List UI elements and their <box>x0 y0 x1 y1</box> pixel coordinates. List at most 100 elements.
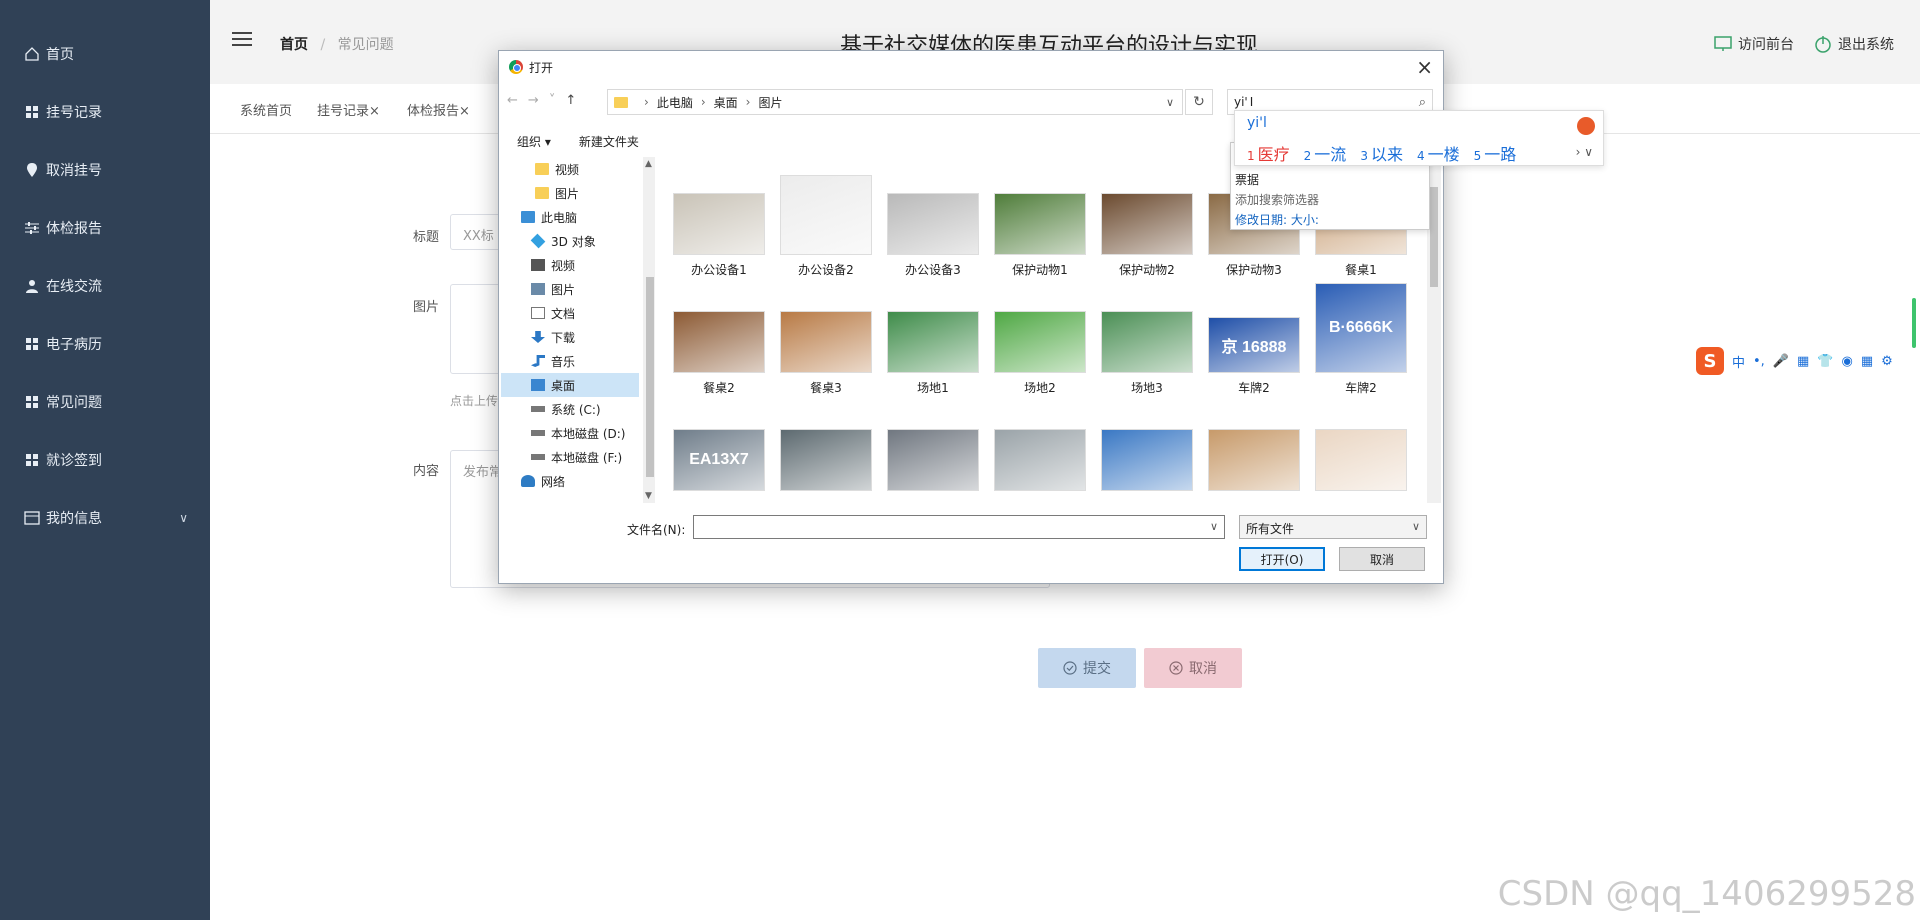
file-thumbnail[interactable]: 办公设备3 <box>881 177 985 295</box>
file-thumbnail[interactable]: 场地1 <box>881 295 985 413</box>
submit-button[interactable]: 提交 <box>1038 648 1136 688</box>
scroll-thumb[interactable] <box>646 277 654 477</box>
close-icon[interactable]: × <box>1416 55 1433 79</box>
sogou-icon[interactable]: S <box>1696 347 1724 375</box>
ime-candidate[interactable]: 1 医疗 <box>1247 141 1290 165</box>
suggestion-item[interactable]: 票据 <box>1235 171 1259 188</box>
dialog-titlebar[interactable]: 打开 <box>499 51 1443 83</box>
tree-item[interactable]: 图片 <box>501 277 639 301</box>
recent-chevron-icon[interactable]: ˅ <box>549 93 556 108</box>
file-thumbnail[interactable] <box>988 413 1092 503</box>
tree-item[interactable]: 3D 对象 <box>501 229 639 253</box>
logout-button[interactable]: 退出系统 <box>1814 34 1894 54</box>
tag-registration[interactable]: 挂号记录× <box>317 100 380 119</box>
sidebar-item[interactable]: 取消挂号 <box>0 141 210 199</box>
ime-toolbar-button[interactable]: 👕 <box>1817 354 1833 369</box>
file-thumbnail[interactable] <box>774 413 878 503</box>
sidebar-item[interactable]: 首页 <box>0 25 210 83</box>
breadcrumb-home[interactable]: 首页 <box>280 37 308 53</box>
scroll-down-icon[interactable]: ▼ <box>645 491 652 501</box>
path-segment[interactable]: 此电脑 <box>657 94 693 111</box>
search-icon[interactable]: ⌕ <box>1419 95 1426 110</box>
chevron-down-icon[interactable]: ∨ <box>1210 520 1218 533</box>
sidebar-item[interactable]: 体检报告 <box>0 199 210 257</box>
address-bar[interactable]: › 此电脑 › 桌面 › 图片 ∨ <box>607 89 1183 115</box>
tree-item[interactable]: 桌面 <box>501 373 639 397</box>
tree-item[interactable]: 视频 <box>501 157 639 181</box>
new-folder-button[interactable]: 新建文件夹 <box>579 133 639 150</box>
path-segment[interactable]: 桌面 <box>714 94 738 111</box>
dialog-cancel-button[interactable]: 取消 <box>1339 547 1425 571</box>
file-thumbnail[interactable] <box>881 413 985 503</box>
path-segment[interactable]: 图片 <box>758 94 782 111</box>
file-thumbnail[interactable]: 场地3 <box>1095 295 1199 413</box>
video-icon <box>531 259 545 271</box>
tree-item[interactable]: 网络 <box>501 469 639 493</box>
filetype-select[interactable]: 所有文件 ∨ <box>1239 515 1427 539</box>
sidebar-item[interactable]: 在线交流 <box>0 257 210 315</box>
file-thumbnail[interactable]: 京 16888 车牌2 <box>1202 295 1306 413</box>
ime-candidate[interactable]: 2 一流 <box>1304 141 1347 165</box>
tree-item[interactable]: 此电脑 <box>501 205 639 229</box>
ime-candidate[interactable]: 4 一楼 <box>1417 141 1460 165</box>
file-thumbnail[interactable]: B·6666K 车牌2 <box>1309 283 1413 413</box>
refresh-icon[interactable]: ↻ <box>1185 89 1213 115</box>
ime-candidate[interactable]: 3 以来 <box>1360 141 1403 165</box>
file-thumbnail[interactable] <box>1202 413 1306 503</box>
up-arrow-icon[interactable]: ↑ <box>565 93 576 108</box>
file-thumbnail[interactable] <box>1309 413 1413 503</box>
filename-input[interactable]: ∨ <box>693 515 1225 539</box>
ime-candidate-text: 以来 <box>1370 145 1403 164</box>
tree-item[interactable]: 系统 (C:) <box>501 397 639 421</box>
file-thumbnail[interactable]: 办公设备2 <box>774 175 878 295</box>
file-thumbnail[interactable]: 餐桌2 <box>667 295 771 413</box>
sidebar-item[interactable]: 挂号记录 <box>0 83 210 141</box>
file-thumbnail[interactable]: 保护动物2 <box>1095 177 1199 295</box>
drive-icon <box>531 406 545 412</box>
tree-item[interactable]: 文档 <box>501 301 639 325</box>
tag-home[interactable]: 系统首页 <box>240 100 292 119</box>
back-arrow-icon[interactable]: ← <box>507 93 518 108</box>
tree-item[interactable]: 下载 <box>501 325 639 349</box>
chevron-down-icon[interactable]: ∨ <box>179 511 188 525</box>
tree-item[interactable]: 音乐 <box>501 349 639 373</box>
sidebar-item[interactable]: 我的信息 ∨ <box>0 489 210 547</box>
organize-button[interactable]: 组织 ▾ <box>517 133 551 150</box>
scroll-thumb[interactable] <box>1430 187 1438 287</box>
tag-checkup[interactable]: 体检报告× <box>407 100 470 119</box>
file-thumbnail[interactable]: EA13X7 <box>667 413 771 503</box>
file-thumbnail[interactable]: 餐桌3 <box>774 295 878 413</box>
sidebar-item[interactable]: 电子病历 <box>0 315 210 373</box>
close-icon[interactable]: × <box>369 104 380 119</box>
forward-arrow-icon[interactable]: → <box>528 93 539 108</box>
ime-toolbar-button[interactable]: 中 <box>1732 352 1745 371</box>
ime-candidate[interactable]: 5 一路 <box>1474 141 1517 165</box>
page-scrollbar[interactable] <box>1912 298 1916 348</box>
ime-toolbar-button[interactable]: •, <box>1753 354 1765 369</box>
visit-front-button[interactable]: 访问前台 <box>1714 34 1794 54</box>
ime-toolbar-button[interactable]: ◉ <box>1842 354 1853 369</box>
file-thumbnail[interactable]: 场地2 <box>988 295 1092 413</box>
tree-item[interactable]: 本地磁盘 (D:) <box>501 421 639 445</box>
menu-toggle-icon[interactable] <box>232 32 252 48</box>
close-icon[interactable]: × <box>459 104 470 119</box>
ime-page-icon[interactable]: › ∨ <box>1576 145 1593 159</box>
file-thumbnail[interactable]: 保护动物1 <box>988 177 1092 295</box>
cancel-button[interactable]: 取消 <box>1144 648 1242 688</box>
tree-scrollbar[interactable]: ▲ ▼ <box>643 157 655 503</box>
file-thumbnail[interactable] <box>1095 413 1199 503</box>
ime-toolbar-button[interactable]: ▦ <box>1861 354 1873 369</box>
ime-toolbar-button[interactable]: ⚙ <box>1881 354 1893 369</box>
ime-toolbar-button[interactable]: ▦ <box>1797 354 1809 369</box>
tree-item[interactable]: 视频 <box>501 253 639 277</box>
sidebar-item[interactable]: 就诊签到 <box>0 431 210 489</box>
tree-item[interactable]: 图片 <box>501 181 639 205</box>
suggestion-filters-links[interactable]: 修改日期: 大小: <box>1235 211 1319 228</box>
open-button[interactable]: 打开(O) <box>1239 547 1325 571</box>
chevron-down-icon[interactable]: ∨ <box>1166 96 1174 109</box>
ime-toolbar-button[interactable]: 🎤 <box>1773 354 1789 369</box>
file-thumbnail[interactable]: 办公设备1 <box>667 177 771 295</box>
tree-item[interactable]: 本地磁盘 (F:) <box>501 445 639 469</box>
sidebar-item[interactable]: 常见问题 <box>0 373 210 431</box>
scroll-up-icon[interactable]: ▲ <box>645 159 652 169</box>
